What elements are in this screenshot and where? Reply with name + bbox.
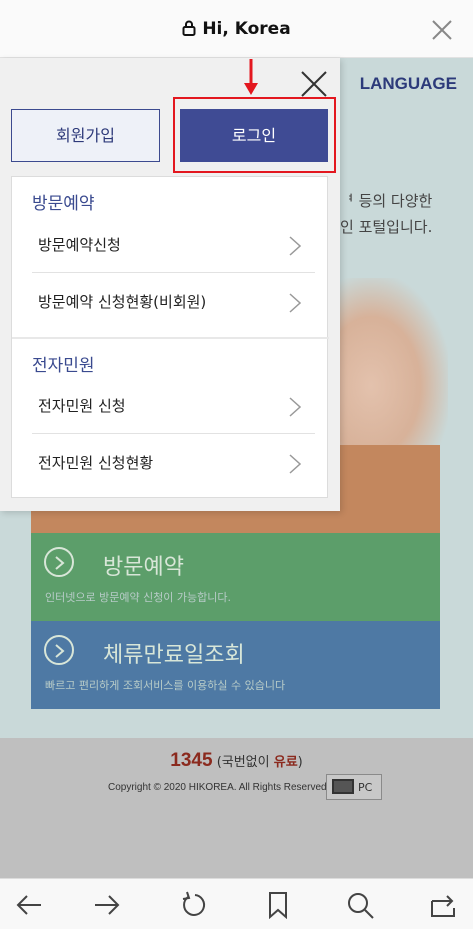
pc-version-button[interactable]: PC bbox=[326, 774, 382, 800]
phone-info: 1345 (국번없이 유료) bbox=[0, 750, 473, 772]
menu-item-label: 전자민원 신청현황 bbox=[38, 454, 154, 472]
browser-toolbar bbox=[0, 878, 473, 929]
down-arrow-icon bbox=[244, 59, 258, 95]
share-icon[interactable] bbox=[428, 891, 458, 919]
chevron-right-icon bbox=[289, 397, 301, 417]
menu-item-visit-apply[interactable]: 방문예약신청 bbox=[32, 217, 315, 273]
forward-icon[interactable] bbox=[92, 891, 122, 919]
menu-item-label: 전자민원 신청 bbox=[38, 397, 126, 415]
language-link[interactable]: LANGUAGE bbox=[360, 74, 457, 94]
phone-number[interactable]: 1345 bbox=[170, 750, 212, 771]
service-tile-visit-reservation[interactable]: 방문예약 인터넷으로 방문예약 신청이 가능합니다. bbox=[31, 533, 440, 621]
pc-label: PC bbox=[358, 781, 373, 794]
phone-note-paid: 유료 bbox=[273, 755, 298, 770]
tile-title: 방문예약 bbox=[103, 555, 184, 580]
chevron-right-circle-icon bbox=[44, 635, 74, 665]
chevron-right-icon bbox=[289, 236, 301, 256]
back-icon[interactable] bbox=[14, 891, 44, 919]
close-menu-icon[interactable] bbox=[300, 70, 328, 98]
intro-text: ᅧ 등의 다양한 인 포털입니다. bbox=[340, 188, 432, 240]
close-icon[interactable] bbox=[431, 19, 453, 41]
service-tile-stay-expiry[interactable]: 체류만료일조회 빠르고 편리하게 조회서비스를 이용하실 수 있습니다 bbox=[31, 621, 440, 709]
monitor-icon bbox=[332, 779, 354, 794]
section-title-visit-reservation: 방문예약 bbox=[32, 194, 95, 214]
search-icon[interactable] bbox=[346, 891, 376, 919]
page-title: Hi, Korea bbox=[202, 19, 291, 39]
reload-icon[interactable] bbox=[178, 891, 208, 919]
section-title-e-civil: 전자민원 bbox=[32, 356, 95, 376]
phone-note-suffix: ) bbox=[297, 755, 303, 770]
lock-icon bbox=[182, 20, 196, 36]
tile-desc: 빠르고 편리하게 조회서비스를 이용하실 수 있습니다 bbox=[45, 679, 286, 692]
chevron-right-icon bbox=[289, 293, 301, 313]
menu-item-civil-status[interactable]: 전자민원 신청현황 bbox=[32, 435, 315, 491]
hero-image bbox=[338, 278, 448, 458]
chevron-right-icon bbox=[289, 454, 301, 474]
page-title-bar: Hi, Korea bbox=[0, 19, 473, 39]
phone-note-prefix: (국번없이 bbox=[216, 755, 274, 770]
menu-item-label: 방문예약신청 bbox=[38, 236, 121, 254]
tile-title: 체류만료일조회 bbox=[103, 643, 245, 668]
menu-list: 방문예약 방문예약신청 방문예약 신청현황(비회원) 전자민원 전자민원 신청 … bbox=[11, 176, 329, 498]
footer: 1345 (국번없이 유료) Copyright © 2020 HIKOREA.… bbox=[0, 738, 473, 878]
menu-item-visit-status[interactable]: 방문예약 신청현황(비회원) bbox=[32, 274, 315, 330]
tile-desc: 인터넷으로 방문예약 신청이 가능합니다. bbox=[45, 591, 232, 604]
chevron-right-circle-icon bbox=[44, 547, 74, 577]
intro-line: 인 포털입니다. bbox=[340, 218, 433, 236]
menu-item-label: 방문예약 신청현황(비회원) bbox=[38, 293, 207, 311]
section-divider bbox=[12, 337, 329, 339]
join-button[interactable]: 회원가입 bbox=[11, 109, 160, 162]
login-highlight-box bbox=[173, 97, 336, 173]
menu-item-civil-apply[interactable]: 전자민원 신청 bbox=[32, 378, 315, 434]
intro-line: ᅧ 등의 다양한 bbox=[340, 192, 433, 210]
copyright: Copyright © 2020 HIKOREA. All Rights Res… bbox=[108, 782, 330, 793]
browser-top-bar: Hi, Korea bbox=[0, 0, 473, 58]
bookmark-icon[interactable] bbox=[263, 891, 293, 919]
